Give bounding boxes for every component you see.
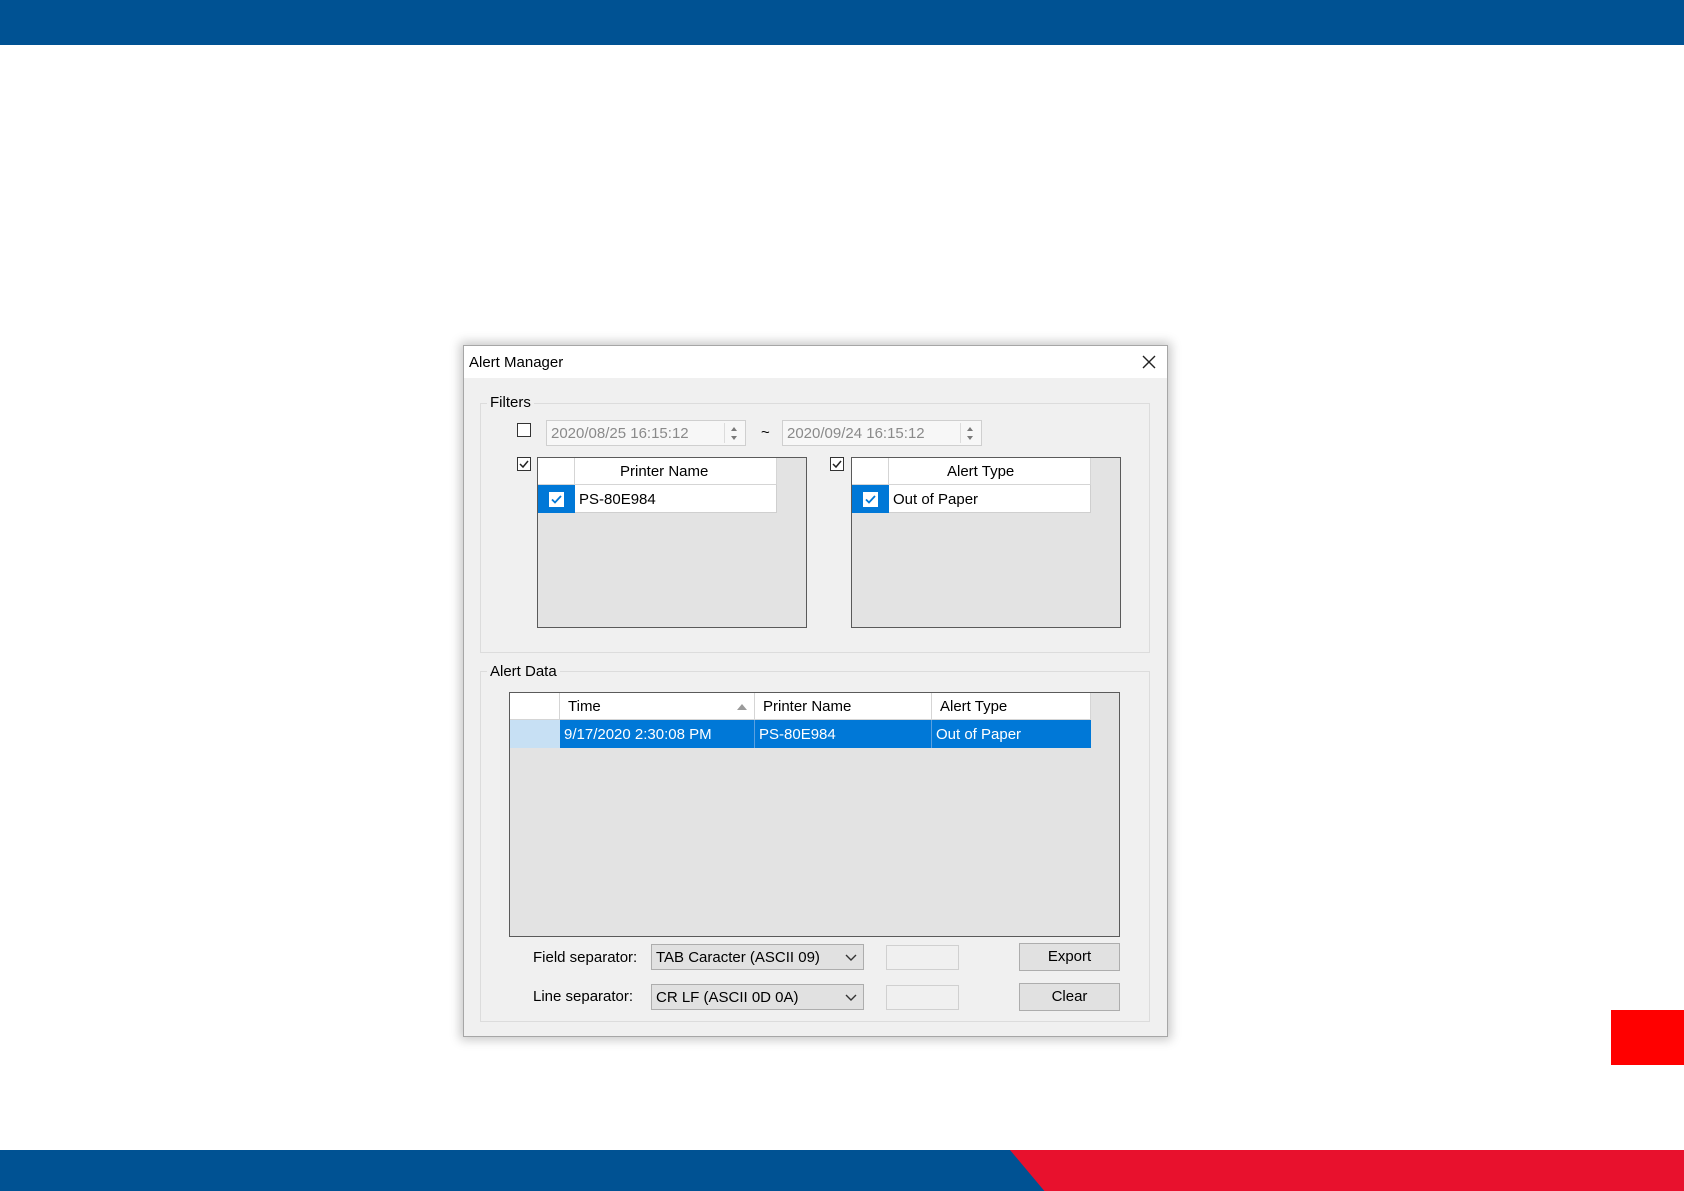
table-cell-printer[interactable]: PS-80E984 — [755, 720, 932, 748]
sort-ascending-icon — [737, 704, 747, 710]
date-to-picker[interactable]: 2020/09/24 16:15:12 — [782, 420, 982, 446]
table-corner — [510, 693, 560, 720]
bottom-brand-bar — [0, 1150, 1684, 1191]
table-cell-alert[interactable]: Out of Paper — [932, 720, 1091, 748]
close-icon[interactable] — [1139, 352, 1159, 372]
date-to-spinner[interactable] — [960, 423, 979, 443]
checkmark-icon — [551, 495, 562, 504]
spin-up-icon — [731, 427, 737, 431]
alert-manager-window: Alert Manager Filters 2020/08/25 16:15:1… — [463, 345, 1168, 1037]
printer-filter-list[interactable]: Printer Name PS-80E984 — [537, 457, 807, 628]
chevron-down-icon — [845, 954, 857, 961]
clear-button[interactable]: Clear — [1019, 983, 1120, 1011]
alert-item-checkbox[interactable] — [863, 492, 878, 507]
table-cell-time[interactable]: 9/17/2020 2:30:08 PM — [560, 720, 755, 748]
alert-data-table[interactable]: Time Printer Name Alert Type 9/17/2020 2… — [509, 692, 1120, 937]
printer-row-check-cell[interactable] — [538, 485, 575, 513]
printer-item-name[interactable]: PS-80E984 — [575, 485, 777, 513]
bottom-red-stripe — [1010, 1150, 1684, 1191]
checkmark-icon — [832, 460, 842, 469]
date-range-separator: ~ — [761, 424, 770, 441]
printer-list-header[interactable]: Printer Name — [575, 458, 777, 485]
spin-up-icon — [967, 427, 973, 431]
column-header-alert-type[interactable]: Alert Type — [932, 693, 1091, 720]
spin-down-icon — [967, 436, 973, 440]
date-from-spinner[interactable] — [724, 423, 743, 443]
red-corner-tab — [1611, 1010, 1684, 1065]
line-separator-custom-input[interactable] — [886, 985, 959, 1010]
alert-data-label: Alert Data — [487, 663, 560, 680]
window-title: Alert Manager — [469, 354, 564, 371]
line-separator-select[interactable]: CR LF (ASCII 0D 0A) — [651, 984, 864, 1010]
field-separator-custom-input[interactable] — [886, 945, 959, 970]
table-row-header[interactable] — [510, 720, 560, 748]
column-header-time[interactable]: Time — [560, 693, 755, 720]
top-brand-bar — [0, 0, 1684, 45]
checkmark-icon — [865, 495, 876, 504]
column-header-printer-name[interactable]: Printer Name — [755, 693, 932, 720]
date-filter-checkbox[interactable] — [517, 423, 531, 437]
printer-filter-checkbox[interactable] — [517, 457, 531, 471]
spin-down-icon — [731, 436, 737, 440]
date-from-value: 2020/08/25 16:15:12 — [551, 425, 689, 442]
printer-item-checkbox[interactable] — [549, 492, 564, 507]
chevron-down-icon — [845, 994, 857, 1001]
filters-label: Filters — [487, 394, 534, 411]
checkmark-icon — [519, 460, 529, 469]
alert-item-name[interactable]: Out of Paper — [889, 485, 1091, 513]
printer-list-corner — [538, 458, 575, 485]
alert-list-corner — [852, 458, 889, 485]
title-bar: Alert Manager — [464, 346, 1167, 378]
export-button[interactable]: Export — [1019, 943, 1120, 971]
alert-row-check-cell[interactable] — [852, 485, 889, 513]
date-from-picker[interactable]: 2020/08/25 16:15:12 — [546, 420, 746, 446]
line-separator-label: Line separator: — [533, 988, 634, 1005]
field-separator-select[interactable]: TAB Caracter (ASCII 09) — [651, 944, 864, 970]
alert-type-filter-list[interactable]: Alert Type Out of Paper — [851, 457, 1121, 628]
date-to-value: 2020/09/24 16:15:12 — [787, 425, 925, 442]
alert-filter-checkbox[interactable] — [830, 457, 844, 471]
field-separator-label: Field separator: — [533, 949, 638, 966]
alert-list-header[interactable]: Alert Type — [889, 458, 1091, 485]
